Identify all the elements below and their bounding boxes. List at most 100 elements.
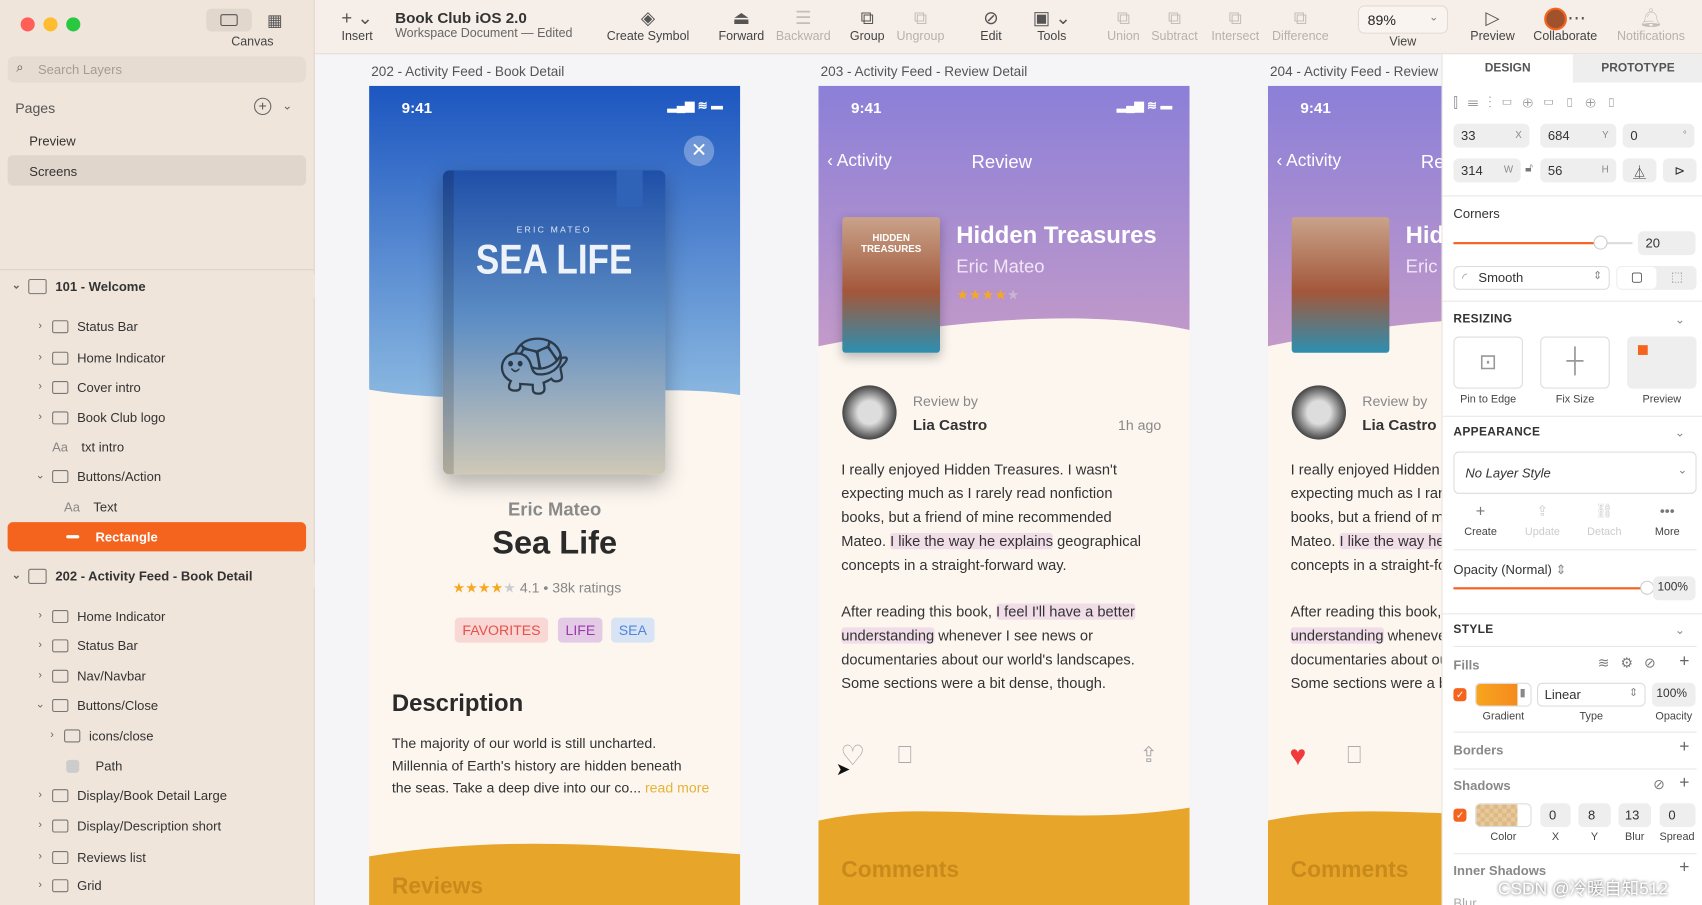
chevron-right-icon[interactable]: › [45,729,60,741]
close-window-button[interactable] [20,17,35,32]
bookmark-icon[interactable]: ⎕ [1347,741,1361,769]
page-item-preview[interactable]: Preview [8,125,307,155]
style-section-header[interactable]: STYLE ⌄ [1453,623,1692,637]
artboard-book-detail[interactable]: 9:41 ▂▄▆ ≋ ▬ ✕ ERIC MATEO SEA LIFE 🐢︎ Eri… [369,85,741,905]
height-field[interactable]: 56 H [1540,158,1617,183]
tools-button[interactable]: ▣ ⌄ Tools [1033,7,1071,44]
add-fill-icon[interactable]: + [1679,652,1689,672]
layer-item[interactable]: › Display/Book Detail Large [8,780,307,809]
search-layers-input[interactable]: ⌕ Search Layers [7,56,307,83]
back-button[interactable]: ‹ Activity [1277,152,1342,172]
close-button[interactable]: ✕ [683,135,715,167]
layer-item[interactable]: ⌄ 202 - Activity Feed - Book Detail [0,561,315,591]
chevron-right-icon[interactable]: › [33,670,48,682]
reviewer-avatar[interactable] [842,385,897,440]
pin-to-edge-icon[interactable]: ⊡ [1453,336,1523,389]
read-more-link[interactable]: read more [645,779,709,795]
tab-prototype[interactable]: PROTOTYPE [1572,54,1702,83]
collaborate-button[interactable]: ⋯ Collaborate [1533,7,1597,44]
layer-style-select[interactable]: No Layer Style ⌄ [1453,451,1697,494]
subtract-button[interactable]: ⧉ Subtract [1151,7,1197,44]
layer-item[interactable]: › Nav/Navbar [8,661,307,690]
y-field[interactable]: 684 Y [1540,123,1617,148]
layer-item[interactable]: ⌄ Buttons/Close [8,690,307,719]
chevron-right-icon[interactable]: › [33,820,48,832]
tab-design[interactable]: DESIGN [1443,54,1573,82]
fix-size-icon[interactable]: ┼ [1540,336,1610,389]
chevron-right-icon[interactable]: › [33,320,48,332]
backward-button[interactable]: ☰ Backward [776,7,831,44]
page-item-screens[interactable]: Screens [7,155,307,186]
add-page-icon[interactable]: + [253,97,272,116]
minimize-window-button[interactable] [43,17,58,32]
layer-item[interactable]: Rectangle [7,522,307,552]
appearance-section-header[interactable]: APPEARANCE ⌄ [1453,426,1692,440]
edit-button[interactable]: ⊘ Edit [980,7,1002,44]
intersect-button[interactable]: ⧉ Intersect [1211,7,1259,44]
chevron-right-icon[interactable]: › [33,352,48,364]
chevron-right-icon[interactable]: › [33,851,48,863]
layer-item[interactable]: › Status Bar [8,312,307,341]
zoom-select[interactable]: 89% ⌄ [1357,5,1449,34]
more-icon[interactable]: ••• [1660,503,1675,519]
opacity-blend-select[interactable]: Opacity (Normal) ⇕ [1453,562,1566,577]
fill-color-well[interactable]: ▮ [1475,682,1532,707]
difference-button[interactable]: ⧉ Difference [1272,7,1329,44]
alignment-icons[interactable]: ⫿☰⋮▭⊕▭▯⊕▯ [1453,94,1626,111]
chevron-right-icon[interactable]: › [33,639,48,651]
union-button[interactable]: ⧉ Union [1107,7,1140,44]
notifications-button[interactable]: 🔔︎ Notifications [1617,7,1685,44]
shadow-y-field[interactable]: 8 [1578,803,1611,828]
more-button[interactable]: More [1655,526,1680,538]
rotation-field[interactable]: 0 ° [1622,123,1695,148]
layer-item[interactable]: › Home Indicator [8,343,307,372]
rounded-square-icon[interactable]: ▢ [1617,267,1657,289]
artboard-title[interactable]: 203 - Activity Feed - Review Detail [821,64,1028,79]
chevron-right-icon[interactable]: › [33,610,48,622]
shadow-options-icon[interactable]: ⊘ [1653,776,1665,793]
chevron-right-icon[interactable]: › [33,789,48,801]
chevron-right-icon[interactable]: › [33,381,48,393]
opacity-slider-thumb[interactable] [1640,580,1655,595]
zoom-window-button[interactable] [66,17,81,32]
layer-item[interactable]: › Display/Description short [8,811,307,840]
opacity-field[interactable]: 100% [1653,576,1696,601]
fill-enabled-checkbox[interactable]: ✓ [1453,688,1467,702]
bookmark-icon[interactable]: ⎕ [898,741,912,769]
dashed-square-icon[interactable]: ⬚ [1657,269,1696,284]
flip-vertical-button[interactable]: ⊳ [1662,158,1697,183]
layer-item[interactable]: Aa Text [8,492,307,521]
create-symbol-button[interactable]: ◈ Create Symbol [607,7,690,44]
layer-item[interactable]: › icons/close [8,721,307,750]
forward-button[interactable]: ⏏ Forward [718,7,764,44]
layer-item[interactable]: ⌄ 101 - Welcome [0,271,315,301]
corners-slider-thumb[interactable] [1593,235,1608,250]
layer-item[interactable]: › Cover intro [8,372,307,401]
add-inner-shadow-icon[interactable]: + [1679,859,1689,879]
layer-item[interactable]: ⌄ Buttons/Action [8,461,307,490]
corners-field[interactable]: 20 [1637,231,1696,256]
update-style-button[interactable]: Update [1525,526,1560,538]
fill-opacity-field[interactable]: 100% [1652,682,1696,707]
corner-mode-toggle[interactable]: ▢ ⬚ [1616,265,1697,290]
share-icon[interactable]: ⇪ [1140,741,1158,768]
create-style-button[interactable]: Create [1464,526,1497,538]
detach-style-button[interactable]: Detach [1587,526,1621,538]
layer-item[interactable]: › Status Bar [8,631,307,660]
shadow-enabled-checkbox[interactable]: ✓ [1453,808,1467,822]
pages-collapse-icon[interactable]: ⌄ [282,99,292,113]
artboard-review-detail[interactable]: 9:41 ▂▄▆ ≋ ▬ ‹ Activity Review HIDDEN TRE… [818,85,1190,905]
shadow-color-well[interactable] [1475,803,1532,828]
chevron-right-icon[interactable]: › [33,411,48,423]
fill-options-icons[interactable]: ≋⚙⊘ [1598,655,1667,672]
layer-item[interactable]: Path [8,751,307,780]
artboard-title[interactable]: 204 - Activity Feed - Review Detail [1270,64,1442,79]
chevron-down-icon[interactable]: ⌄ [9,570,24,582]
tag-favorites[interactable]: FAVORITES [454,617,549,643]
back-button[interactable]: ‹ Activity [827,152,892,172]
layer-item[interactable]: › Book Club logo [8,403,307,432]
add-shadow-icon[interactable]: + [1679,774,1689,794]
shadow-blur-field[interactable]: 13 [1618,803,1651,828]
width-field[interactable]: 314 W [1453,158,1521,183]
group-button[interactable]: ⧉ Group [850,7,885,44]
